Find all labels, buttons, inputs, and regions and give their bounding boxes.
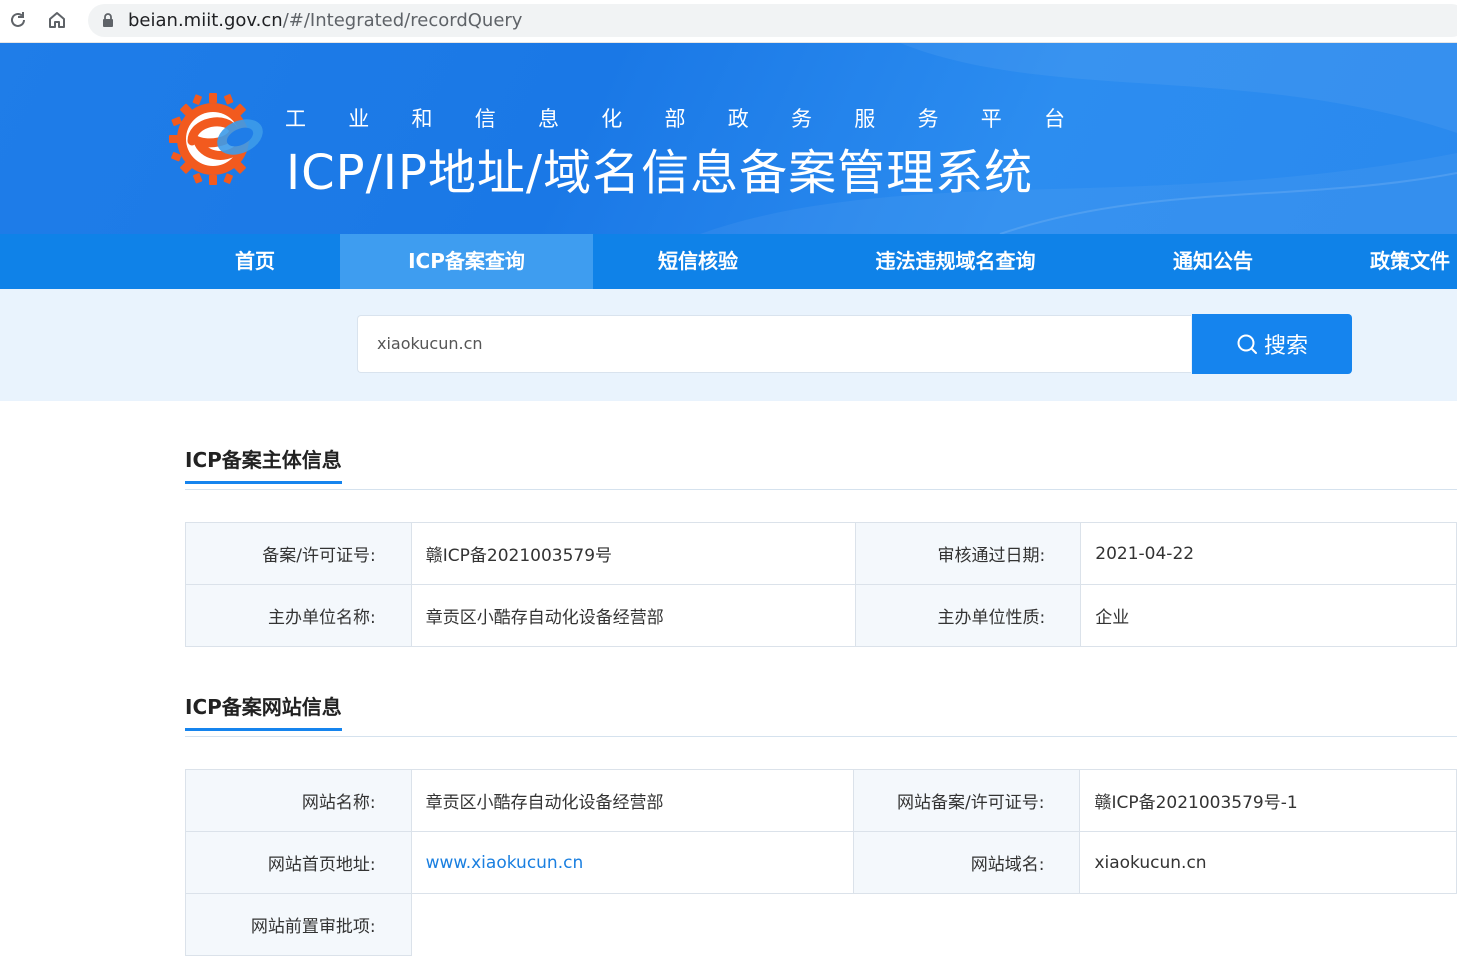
site-domain-label: 网站域名: <box>853 831 1081 894</box>
subtitle-char: 业 <box>348 107 370 131</box>
section-divider <box>185 489 1457 490</box>
url-path: /#/Integrated/recordQuery <box>282 10 523 31</box>
subtitle-char: 政 <box>727 107 749 131</box>
subtitle-char: 息 <box>538 107 559 131</box>
table-row: 网站名称: 章贡区小酷存自动化设备经营部 网站备案/许可证号: 赣ICP备202… <box>185 769 1457 832</box>
subject-info-title: ICP备案主体信息 <box>185 444 342 484</box>
sponsor-type-label: 主办单位性质: <box>854 584 1082 647</box>
address-bar[interactable]: beian.miit.gov.cn/#/Integrated/recordQue… <box>88 4 1457 37</box>
nav-home[interactable]: 首页 <box>170 234 340 289</box>
site-domain-value: xiaokucun.cn <box>1079 831 1457 894</box>
subtitle-char: 平 <box>980 107 1002 131</box>
banner-subtitle: 工 业 和 信 息 化 部 政 务 服 务 平 台 <box>285 103 1065 133</box>
nav-illegal-domain[interactable]: 违法违规域名查询 <box>803 234 1108 289</box>
empty-cell <box>1080 894 1457 956</box>
url-host: beian.miit.gov.cn <box>128 10 283 31</box>
section-divider <box>185 736 1457 737</box>
subtitle-char: 服 <box>854 107 876 131</box>
pre-approval-label: 网站前置审批项: <box>185 893 412 956</box>
subtitle-char: 务 <box>791 107 812 131</box>
subtitle-char: 工 <box>285 107 306 131</box>
search-button-label: 搜索 <box>1263 334 1308 359</box>
empty-cell <box>854 894 1080 956</box>
site-info-title: ICP备案网站信息 <box>185 691 342 731</box>
homepage-url-label: 网站首页地址: <box>185 831 412 894</box>
home-icon[interactable] <box>45 8 69 32</box>
table-row: 备案/许可证号: 赣ICP备2021003579号 审核通过日期: 2021-0… <box>185 522 1457 585</box>
site-banner: 工 业 和 信 息 化 部 政 务 服 务 平 台 ICP/IP地址/域名信息备… <box>0 43 1457 234</box>
subtitle-char: 务 <box>917 107 939 131</box>
pre-approval-value <box>410 893 854 956</box>
site-name-label: 网站名称: <box>185 769 412 832</box>
approval-date-label: 审核通过日期: <box>854 522 1082 585</box>
license-number-value: 赣ICP备2021003579号 <box>410 522 856 585</box>
search-button[interactable]: 搜索 <box>1192 314 1352 374</box>
subtitle-char: 信 <box>474 107 496 131</box>
subtitle-char: 台 <box>1044 107 1065 131</box>
site-name-value: 章贡区小酷存自动化设备经营部 <box>410 769 855 832</box>
nav-notices[interactable]: 通知公告 <box>1108 234 1318 289</box>
search-input[interactable]: xiaokucun.cn <box>357 315 1191 373</box>
homepage-url-link[interactable]: www.xiaokucun.cn <box>426 853 584 873</box>
table-row: 网站首页地址: www.xiaokucun.cn 网站域名: xiaokucun… <box>185 831 1457 894</box>
approval-date-value: 2021-04-22 <box>1080 522 1457 585</box>
reload-icon[interactable] <box>6 8 30 32</box>
lock-icon <box>102 13 114 32</box>
table-row: 主办单位名称: 章贡区小酷存自动化设备经营部 主办单位性质: 企业 <box>185 584 1457 647</box>
site-license-label: 网站备案/许可证号: <box>853 769 1081 832</box>
sponsor-name-label: 主办单位名称: <box>185 584 412 647</box>
subtitle-char: 部 <box>664 107 686 131</box>
sponsor-type-value: 企业 <box>1080 584 1457 647</box>
nav-policy[interactable]: 政策文件 <box>1370 234 1457 289</box>
miit-logo <box>168 91 268 191</box>
subtitle-char: 化 <box>601 107 623 131</box>
homepage-url-cell: www.xiaokucun.cn <box>410 831 855 894</box>
table-row: 网站前置审批项: <box>185 893 1457 956</box>
page-title: ICP/IP地址/域名信息备案管理系统 <box>286 145 1034 201</box>
browser-toolbar: beian.miit.gov.cn/#/Integrated/recordQue… <box>0 0 1457 43</box>
site-license-value: 赣ICP备2021003579号-1 <box>1079 769 1457 832</box>
sponsor-name-value: 章贡区小酷存自动化设备经营部 <box>410 584 856 647</box>
search-area: xiaokucun.cn 搜索 <box>0 289 1457 401</box>
search-icon <box>1237 334 1257 354</box>
url-text: beian.miit.gov.cn/#/Integrated/recordQue… <box>128 4 522 37</box>
nav-sms-verify[interactable]: 短信核验 <box>593 234 803 289</box>
subject-info-table: 备案/许可证号: 赣ICP备2021003579号 审核通过日期: 2021-0… <box>185 522 1457 647</box>
main-nav: 首页 ICP备案查询 短信核验 违法违规域名查询 通知公告 政策文件 <box>0 234 1457 289</box>
site-info-table: 网站名称: 章贡区小酷存自动化设备经营部 网站备案/许可证号: 赣ICP备202… <box>185 769 1457 956</box>
license-number-label: 备案/许可证号: <box>185 522 412 585</box>
nav-icp-query[interactable]: ICP备案查询 <box>340 234 593 289</box>
subtitle-char: 和 <box>411 107 433 131</box>
